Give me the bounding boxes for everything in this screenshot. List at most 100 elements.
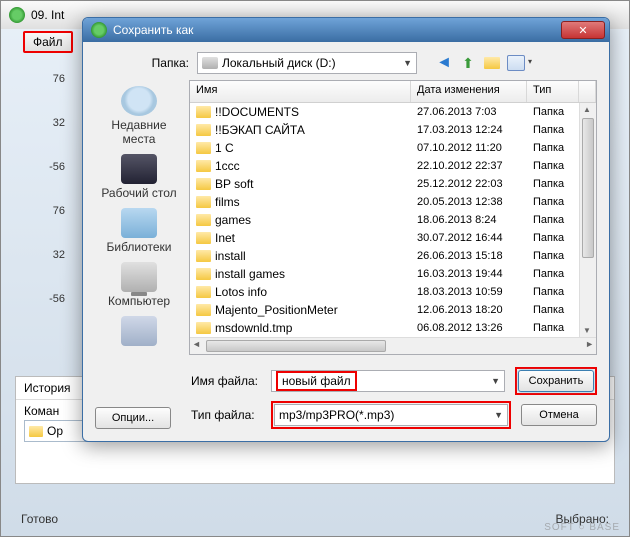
file-name: msdownld.tmp — [215, 321, 292, 335]
sidebar-label: Компьютер — [108, 294, 170, 308]
file-date: 30.07.2012 16:44 — [411, 232, 527, 244]
folder-dropdown[interactable]: Локальный диск (D:) ▼ — [197, 52, 417, 74]
file-row[interactable]: !!БЭКАП САЙТА17.03.2013 12:24Папка — [190, 121, 596, 139]
options-button[interactable]: Опции... — [95, 407, 171, 429]
chevron-down-icon: ▼ — [494, 410, 503, 420]
file-date: 06.08.2012 13:26 — [411, 322, 527, 334]
sidebar-label: Недавние места — [97, 118, 181, 146]
col-date[interactable]: Дата изменения — [411, 81, 527, 102]
file-row[interactable]: BP soft25.12.2012 22:03Папка — [190, 175, 596, 193]
file-name: 1 С — [215, 141, 234, 155]
sidebar-label: Рабочий стол — [101, 186, 176, 200]
sidebar-network[interactable] — [95, 314, 183, 350]
filetype-dropdown[interactable]: mp3/mp3PRO(*.mp3) ▼ — [274, 404, 508, 426]
file-row[interactable]: Inet 30.07.2012 16:44Папка — [190, 229, 596, 247]
file-row[interactable]: 1ccc22.10.2012 22:37Папка — [190, 157, 596, 175]
app-icon — [9, 7, 25, 23]
file-menu-button[interactable]: Файл — [23, 31, 73, 53]
file-name: install games — [215, 267, 285, 281]
file-type: Папка — [527, 304, 579, 316]
view-menu-icon[interactable] — [507, 54, 525, 72]
ruler-tick: 32 — [23, 233, 71, 277]
file-date: 16.03.2013 19:44 — [411, 268, 527, 280]
file-date: 18.06.2013 8:24 — [411, 214, 527, 226]
desktop-icon — [121, 154, 157, 184]
save-button[interactable]: Сохранить — [518, 370, 594, 392]
folder-icon — [29, 426, 43, 437]
file-row[interactable]: Majento_PositionMeter 12.06.2013 18:20Пап… — [190, 301, 596, 319]
horizontal-scrollbar[interactable] — [190, 337, 596, 354]
file-type: Папка — [527, 178, 579, 190]
dialog-icon — [91, 22, 107, 38]
filetype-value: mp3/mp3PRO(*.mp3) — [279, 408, 394, 422]
col-name[interactable]: Имя — [190, 81, 411, 102]
filetype-label: Тип файла: — [191, 408, 261, 422]
watermark: SOFT ○ BASE — [544, 522, 620, 533]
sidebar-label: Библиотеки — [106, 240, 171, 254]
file-row[interactable]: films20.05.2013 12:38Папка — [190, 193, 596, 211]
folder-label: Папка: — [145, 56, 189, 70]
file-type: Папка — [527, 286, 579, 298]
sidebar-libraries[interactable]: Библиотеки — [95, 206, 183, 256]
network-icon — [121, 316, 157, 346]
scroll-thumb[interactable] — [582, 118, 594, 258]
file-type: Папка — [527, 160, 579, 172]
scroll-thumb[interactable] — [206, 340, 386, 352]
file-name: Inet — [215, 231, 235, 245]
file-type: Папка — [527, 322, 579, 334]
cancel-button[interactable]: Отмена — [521, 404, 597, 426]
file-name: Lotos info — [215, 285, 267, 299]
file-name: Majento_PositionMeter — [215, 303, 338, 317]
folder-icon — [196, 142, 211, 154]
sidebar-desktop[interactable]: Рабочий стол — [95, 152, 183, 202]
file-name: films — [215, 195, 240, 209]
file-name: BP soft — [215, 177, 253, 191]
back-icon[interactable]: ◄ — [435, 54, 453, 72]
main-title: 09. Int — [31, 8, 64, 22]
file-type: Папка — [527, 214, 579, 226]
file-date: 20.05.2013 12:38 — [411, 196, 527, 208]
filename-input[interactable]: новый файл ▼ — [271, 370, 505, 392]
filename-label: Имя файла: — [191, 374, 261, 388]
ruler-tick: 76 — [23, 189, 71, 233]
file-date: 18.03.2013 10:59 — [411, 286, 527, 298]
vertical-scrollbar[interactable] — [579, 103, 596, 337]
file-row[interactable]: install26.06.2013 15:18Папка — [190, 247, 596, 265]
places-sidebar: Недавние места Рабочий стол Библиотеки К… — [95, 80, 183, 355]
chevron-down-icon: ▼ — [403, 58, 412, 68]
file-list[interactable]: !!DOCUMENTS27.06.2013 7:03Папка!!БЭКАП С… — [190, 103, 596, 337]
file-name: !!БЭКАП САЙТА — [215, 123, 305, 137]
up-folder-icon[interactable]: ⬆ — [459, 54, 477, 72]
close-button[interactable]: ✕ — [561, 21, 605, 39]
command-text: Ор — [47, 424, 63, 438]
col-scroll-gap — [579, 81, 596, 102]
file-row[interactable]: 1 С07.10.2012 11:20Папка — [190, 139, 596, 157]
file-row[interactable]: !!DOCUMENTS27.06.2013 7:03Папка — [190, 103, 596, 121]
filename-value: новый файл — [276, 371, 357, 391]
file-date: 12.06.2013 18:20 — [411, 304, 527, 316]
file-name: games — [215, 213, 251, 227]
col-type[interactable]: Тип — [527, 81, 579, 102]
dialog-titlebar: Сохранить как ✕ — [83, 18, 609, 42]
folder-icon — [196, 322, 211, 334]
sidebar-computer[interactable]: Компьютер — [95, 260, 183, 310]
sidebar-recent[interactable]: Недавние места — [95, 84, 183, 148]
file-row[interactable]: games 18.06.2013 8:24Папка — [190, 211, 596, 229]
file-row[interactable]: install games16.03.2013 19:44Папка — [190, 265, 596, 283]
folder-value: Локальный диск (D:) — [222, 56, 336, 70]
file-date: 26.06.2013 15:18 — [411, 250, 527, 262]
dialog-title: Сохранить как — [113, 23, 561, 37]
ruler-tick: 76 — [23, 57, 71, 101]
status-left: Готово — [21, 512, 58, 530]
file-type: Папка — [527, 106, 579, 118]
file-row[interactable]: Lotos info 18.03.2013 10:59Папка — [190, 283, 596, 301]
folder-icon — [196, 124, 211, 136]
file-type: Папка — [527, 250, 579, 262]
file-type: Папка — [527, 232, 579, 244]
file-type: Папка — [527, 142, 579, 154]
file-row[interactable]: msdownld.tmp 06.08.2012 13:26Папка — [190, 319, 596, 337]
commands-label: Коман — [24, 404, 59, 418]
folder-icon — [196, 106, 211, 118]
folder-icon — [196, 232, 211, 244]
new-folder-icon[interactable] — [483, 54, 501, 72]
